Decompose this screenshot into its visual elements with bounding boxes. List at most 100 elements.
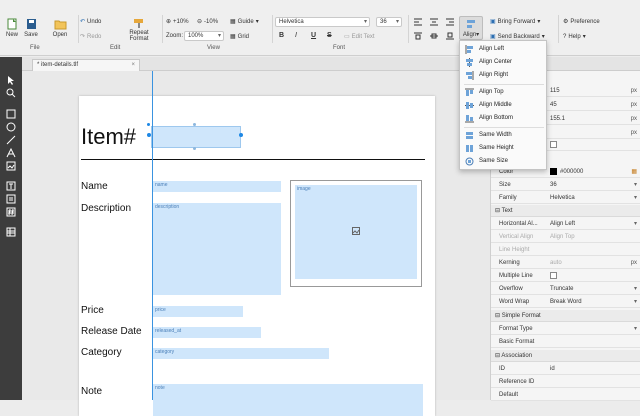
valign-top-icon[interactable] [414, 32, 422, 40]
released-at-field[interactable]: released_at [153, 327, 261, 338]
tool-palette [0, 57, 22, 400]
guide-toggle[interactable]: ▦ Guide ▾ [230, 18, 259, 26]
multiple-line-checkbox[interactable] [550, 271, 557, 279]
description-field[interactable]: description [153, 203, 281, 295]
font-family-select[interactable]: Helvetica ▾ [275, 17, 370, 27]
grid-icon: ▦ [230, 34, 236, 40]
zoom-select[interactable]: 100% ▾ [184, 31, 224, 41]
item-id-field[interactable] [151, 126, 241, 148]
text-tool-icon[interactable] [6, 148, 16, 158]
palette-icon[interactable]: ▦ [631, 166, 637, 178]
align-right-icon [466, 71, 474, 80]
color-picker[interactable]: #000000 [550, 166, 583, 178]
grid-toggle[interactable]: ▦ Grid [230, 33, 249, 41]
same-height-icon [466, 145, 473, 152]
undo-button[interactable]: ↶ Undo [80, 18, 101, 26]
menu-separator [464, 127, 544, 128]
redo-icon: ↷ [80, 34, 86, 40]
image-frame[interactable]: image [290, 180, 422, 287]
strikethrough-button[interactable]: S [327, 32, 332, 39]
section-simple-format[interactable]: ⊟ Simple Format [491, 310, 640, 322]
report-page[interactable]: Item# Name Description Price Release Dat… [79, 96, 435, 416]
page-title[interactable]: Item# [81, 124, 136, 150]
category-field[interactable]: category [153, 348, 329, 359]
resize-handle[interactable] [239, 133, 243, 137]
name-field[interactable]: name [153, 181, 281, 192]
chevron-down-icon[interactable]: ▾ [634, 296, 637, 308]
image-field[interactable]: image [295, 185, 417, 279]
note-field[interactable]: note [153, 384, 423, 416]
bring-forward-button[interactable]: ▣ Bring Forward ▾ [490, 18, 540, 26]
guide-line[interactable] [152, 71, 153, 400]
menu-item-align-center[interactable]: Align Center [460, 56, 548, 69]
label-name[interactable]: Name [81, 181, 108, 192]
menu-item-same-size[interactable]: Same Size [460, 155, 548, 168]
bold-button[interactable]: B [279, 32, 284, 39]
section-text[interactable]: ⊟ Text [491, 205, 640, 217]
label-description[interactable]: Description [81, 203, 131, 214]
page-number-tool-icon[interactable] [6, 207, 16, 217]
valign-bottom-icon[interactable] [446, 32, 454, 40]
zoom-in-button[interactable]: ⊕ +10% [166, 18, 189, 26]
underline-button[interactable]: U [311, 32, 316, 39]
zoom-tool-icon[interactable] [6, 88, 16, 98]
label-price[interactable]: Price [81, 305, 104, 316]
chevron-down-icon[interactable]: ▾ [634, 179, 637, 191]
chevron-down-icon: ▾ [395, 19, 399, 25]
select-arrow-icon[interactable] [6, 75, 16, 85]
divider-line[interactable] [81, 159, 425, 160]
chevron-down-icon: ▾ [217, 33, 221, 39]
property-checkbox[interactable] [550, 140, 557, 148]
text-align-left-icon[interactable] [414, 18, 422, 26]
redo-button[interactable]: ↷ Redo [80, 33, 101, 41]
list-tool-icon[interactable] [6, 194, 16, 204]
menu-item-align-middle[interactable]: Align Middle [460, 99, 548, 112]
format-painter-icon [134, 19, 143, 28]
menu-item-align-left[interactable]: Align Left [460, 43, 548, 56]
price-field[interactable]: price [153, 306, 243, 317]
repeat-format-button[interactable]: Repeat Format [123, 18, 155, 42]
line-tool-icon[interactable] [6, 135, 16, 145]
collapse-icon: ⊟ [495, 353, 501, 359]
save-button[interactable]: Save [21, 18, 41, 38]
tab-item-details[interactable]: * item-details.tlf × [32, 59, 140, 71]
zoom-out-button[interactable]: ⊖ -10% [197, 18, 218, 26]
collapse-icon: ⊟ [495, 208, 501, 214]
open-button[interactable]: Open [47, 18, 73, 38]
chevron-down-icon[interactable]: ▾ [634, 283, 637, 295]
menu-item-align-bottom[interactable]: Align Bottom [460, 112, 548, 125]
italic-button[interactable]: I [295, 32, 297, 39]
resize-handle[interactable] [147, 123, 150, 126]
text-align-right-icon[interactable] [446, 18, 454, 26]
chevron-down-icon[interactable]: ▾ [634, 218, 637, 230]
image-tool-icon[interactable] [6, 161, 16, 171]
label-note[interactable]: Note [81, 386, 102, 397]
new-button[interactable]: New [3, 18, 21, 38]
menu-item-align-right[interactable]: Align Right [460, 69, 548, 82]
menu-item-same-height[interactable]: Same Height [460, 142, 548, 155]
send-backward-button[interactable]: ▣ Send Backward ▾ [490, 33, 545, 41]
font-size-select[interactable]: 36 ▾ [376, 17, 402, 27]
chevron-down-icon[interactable]: ▾ [634, 323, 637, 335]
text-field-tool-icon[interactable] [6, 181, 16, 191]
table-tool-icon[interactable] [6, 227, 16, 237]
ellipse-tool-icon[interactable] [6, 122, 16, 132]
section-association[interactable]: ⊟ Association [491, 350, 640, 362]
valign-middle-icon[interactable] [430, 32, 438, 40]
menu-item-align-top[interactable]: Align Top [460, 86, 548, 99]
resize-handle[interactable] [147, 133, 151, 137]
label-category[interactable]: Category [81, 347, 122, 358]
align-button[interactable]: Align▾ [459, 16, 483, 40]
edit-text-button[interactable]: ▭ Edit Text [344, 33, 375, 41]
design-canvas[interactable]: Item# Name Description Price Release Dat… [22, 71, 490, 416]
close-icon[interactable]: × [131, 60, 135, 71]
help-button[interactable]: ? Help ▾ [563, 33, 586, 41]
preference-button[interactable]: ⚙ Preference [563, 18, 600, 26]
chevron-down-icon[interactable]: ▾ [634, 192, 637, 204]
resize-handle[interactable] [193, 147, 196, 150]
label-release-date[interactable]: Release Date [81, 326, 142, 337]
menu-item-same-width[interactable]: Same Width [460, 129, 548, 142]
rectangle-tool-icon[interactable] [6, 109, 16, 119]
text-align-center-icon[interactable] [430, 18, 438, 26]
resize-handle[interactable] [193, 123, 196, 126]
